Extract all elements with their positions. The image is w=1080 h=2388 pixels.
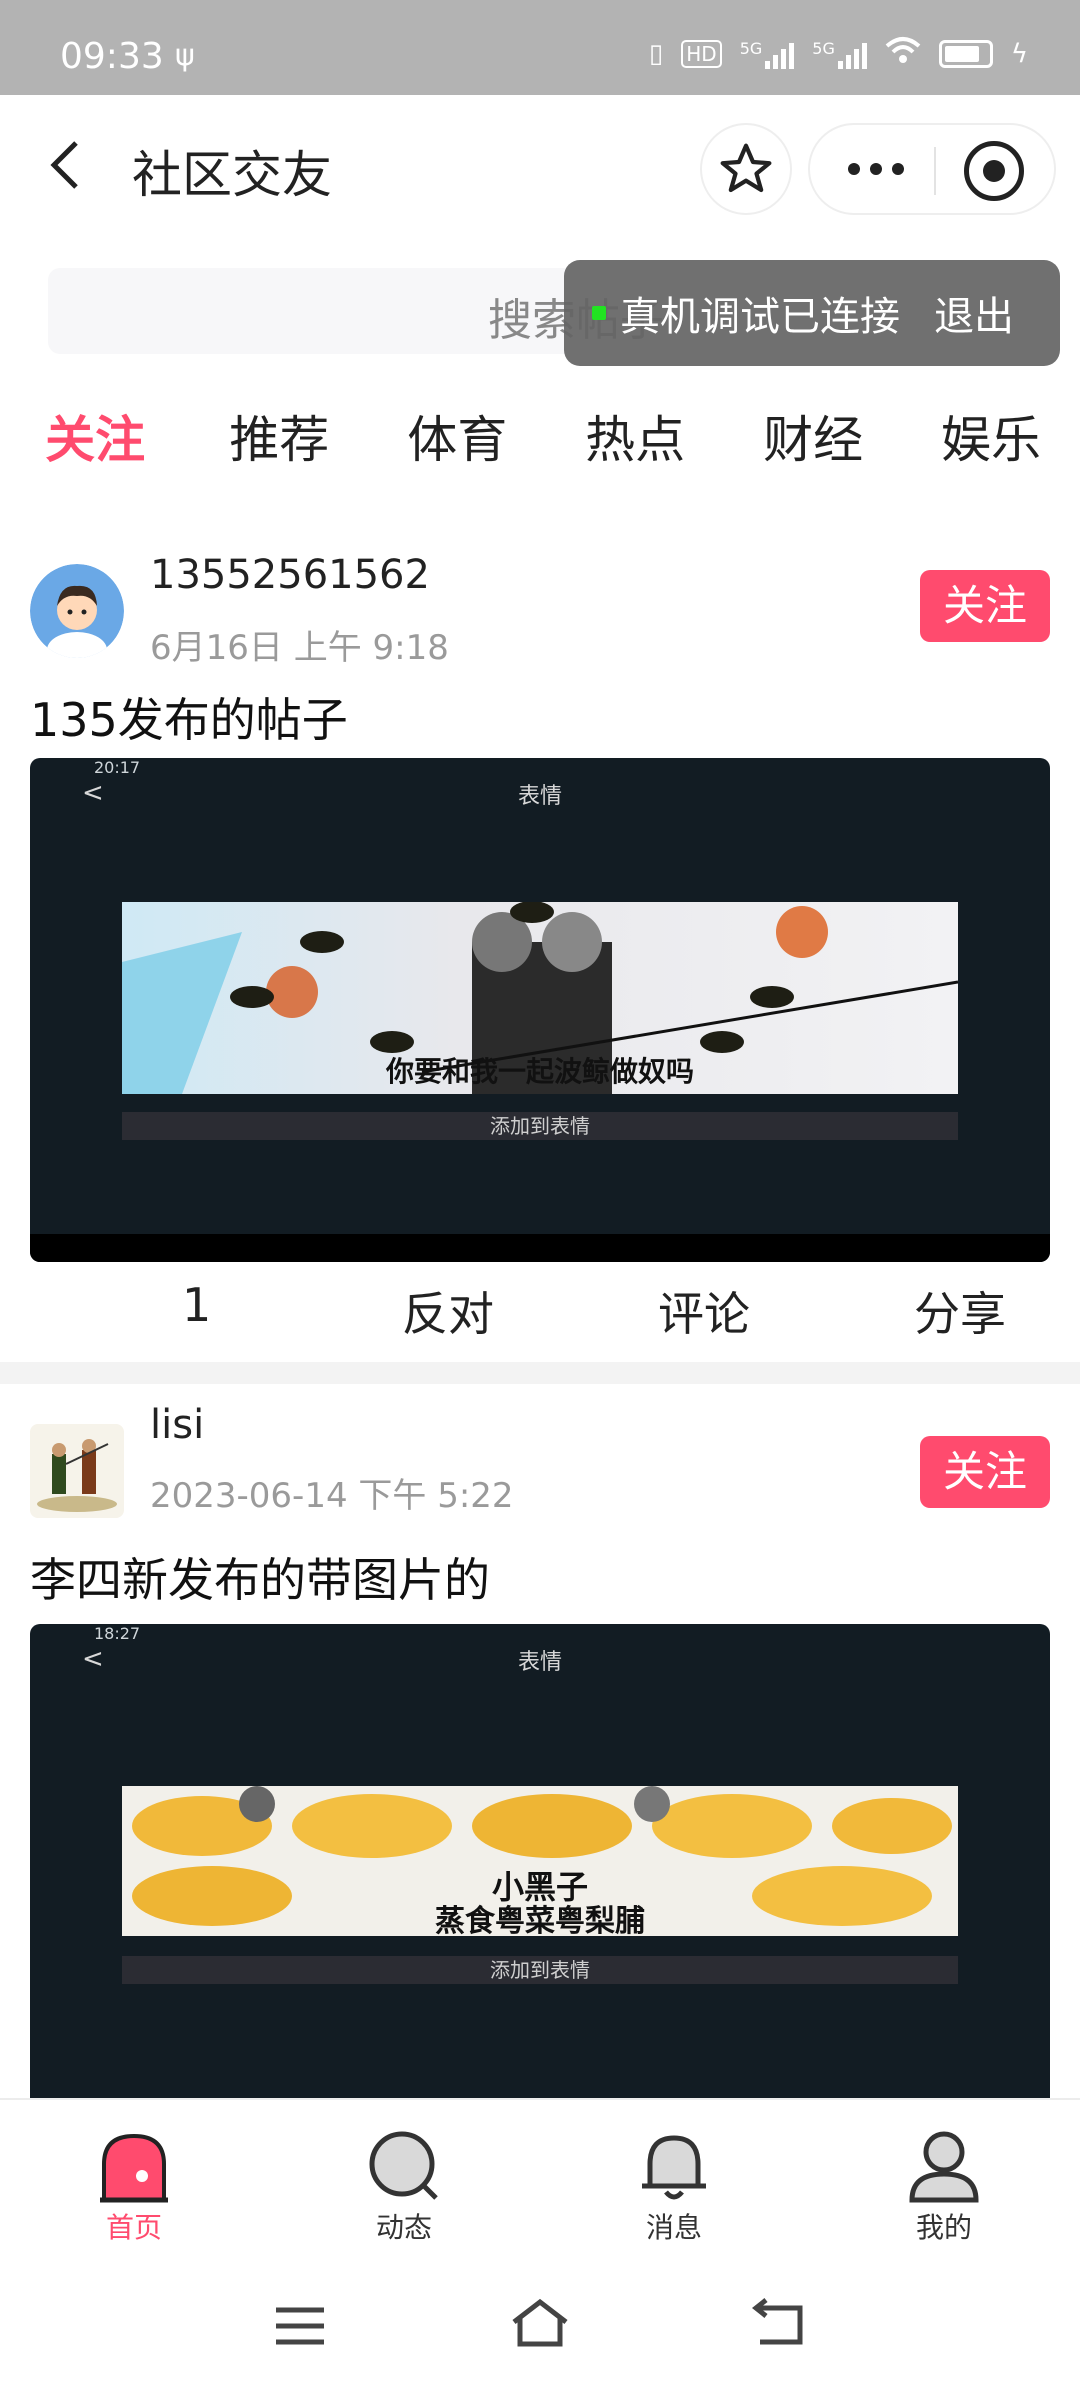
- search-icon: [366, 2128, 442, 2204]
- screenshot-status-bar: 18:27: [94, 1624, 141, 1643]
- tab-follow[interactable]: 关注: [0, 400, 190, 480]
- page-title: 社区交友: [132, 146, 332, 204]
- tabbar-home[interactable]: 首页: [64, 2128, 204, 2246]
- tabbar-feed[interactable]: 动态: [334, 2128, 474, 2246]
- oppose-button[interactable]: 反对: [402, 1278, 494, 1344]
- post-image[interactable]: 18:27 < 表情 小黑子 蒸食粤菜粤梨脯 添加到表情: [30, 1624, 1050, 2098]
- close-miniapp-button[interactable]: [964, 141, 1024, 201]
- follow-button[interactable]: 关注: [920, 570, 1050, 642]
- add-to-stickers-label: 添加到表情: [122, 1112, 958, 1140]
- signal-2-icon: 5G: [812, 39, 867, 69]
- hd-icon: HD: [681, 39, 722, 68]
- status-bar: 09:33 ψ ▯ HD 5G 5G ϟ: [0, 0, 1080, 95]
- post-image[interactable]: 20:17 < 表情 你要和我一起波鲸做奴吗 添加到表情: [30, 758, 1050, 1262]
- back-nav-icon[interactable]: [750, 2298, 810, 2348]
- avatar[interactable]: [30, 1424, 124, 1518]
- vibrate-icon: ▯: [648, 38, 664, 69]
- post-card[interactable]: lisi 2023-06-14 下午 5:22 关注 李四新发布的带图片的 18…: [0, 1384, 1080, 2098]
- post-divider: [0, 1362, 1080, 1384]
- post-card[interactable]: 13552561562 6月16日 上午 9:18 关注 135发布的帖子 20…: [0, 540, 1080, 1362]
- signal-1-icon: 5G: [740, 39, 795, 69]
- tabbar-feed-label: 动态: [375, 2211, 432, 2244]
- system-nav-bar: [0, 2258, 1080, 2388]
- meme-image: 你要和我一起波鲸做奴吗: [122, 902, 958, 1094]
- user-icon: [906, 2128, 982, 2204]
- post-actions: 1 反对 评论 分享: [0, 1278, 1080, 1358]
- post-title[interactable]: 135发布的帖子: [30, 684, 348, 750]
- screenshot-nav-bar: [30, 1234, 1050, 1262]
- debug-exit-button[interactable]: 退出: [934, 284, 1014, 342]
- add-to-stickers-label: 添加到表情: [122, 1956, 958, 1984]
- tabbar-profile[interactable]: 我的: [874, 2128, 1014, 2246]
- tabbar-messages[interactable]: 消息: [604, 2128, 744, 2246]
- meme-image: 小黑子 蒸食粤菜粤梨脯: [122, 1786, 958, 1936]
- tab-sports[interactable]: 体育: [368, 400, 546, 480]
- home-icon: [96, 2128, 172, 2204]
- chevron-left-icon: [50, 141, 78, 189]
- tab-hot[interactable]: 热点: [546, 400, 724, 480]
- screenshot-status-bar: 20:17: [94, 758, 141, 777]
- status-icons: ▯ HD 5G 5G ϟ: [649, 36, 1028, 71]
- wifi-icon: [885, 36, 921, 71]
- tab-finance[interactable]: 财经: [724, 400, 902, 480]
- battery-icon: [938, 39, 993, 68]
- post-username[interactable]: 13552561562: [150, 552, 430, 598]
- bottom-tabbar: 首页 动态 消息 我的: [0, 2098, 1080, 2258]
- debug-toast: 真机调试已连接 退出: [564, 260, 1060, 366]
- tabbar-profile-label: 我的: [915, 2211, 972, 2244]
- tab-entertainment[interactable]: 娱乐: [902, 400, 1080, 480]
- usb-icon: ψ: [175, 38, 195, 73]
- share-button[interactable]: 分享: [914, 1278, 1006, 1344]
- bell-icon: [636, 2128, 712, 2204]
- tabbar-messages-label: 消息: [645, 2211, 702, 2244]
- meme-caption-bottom: 蒸食粤菜粤梨脯: [435, 1904, 645, 1936]
- star-icon: [720, 143, 772, 193]
- post-username[interactable]: lisi: [150, 1402, 204, 1448]
- menu-icon[interactable]: [270, 2302, 330, 2352]
- post-time: 6月16日 上午 9:18: [150, 628, 449, 668]
- more-button[interactable]: [848, 163, 904, 175]
- post-time: 2023-06-14 下午 5:22: [150, 1476, 514, 1516]
- miniapp-capsule: [808, 123, 1056, 215]
- tab-recommend[interactable]: 推荐: [190, 400, 368, 480]
- like-count[interactable]: 1: [182, 1278, 211, 1332]
- avatar[interactable]: [30, 564, 124, 658]
- screenshot-title: 表情: [517, 1650, 562, 1675]
- status-time: 09:33: [60, 36, 164, 77]
- favorite-button[interactable]: [700, 123, 792, 215]
- connected-indicator-icon: [592, 306, 606, 320]
- screenshot-title: 表情: [517, 784, 562, 809]
- debug-status-text: 真机调试已连接: [620, 294, 900, 340]
- top-navbar: 社区交友: [0, 95, 1080, 245]
- follow-button[interactable]: 关注: [920, 1436, 1050, 1508]
- capsule-divider: [934, 147, 936, 195]
- comment-button[interactable]: 评论: [658, 1278, 750, 1344]
- charging-icon: ϟ: [1010, 38, 1028, 69]
- category-tabs: 关注 推荐 体育 热点 财经 娱乐: [0, 400, 1080, 480]
- back-button[interactable]: [40, 135, 100, 195]
- home-nav-icon[interactable]: [510, 2298, 570, 2348]
- tabbar-home-label: 首页: [105, 2211, 162, 2244]
- meme-caption: 你要和我一起波鲸做奴吗: [385, 1055, 694, 1088]
- post-title[interactable]: 李四新发布的带图片的: [30, 1544, 490, 1610]
